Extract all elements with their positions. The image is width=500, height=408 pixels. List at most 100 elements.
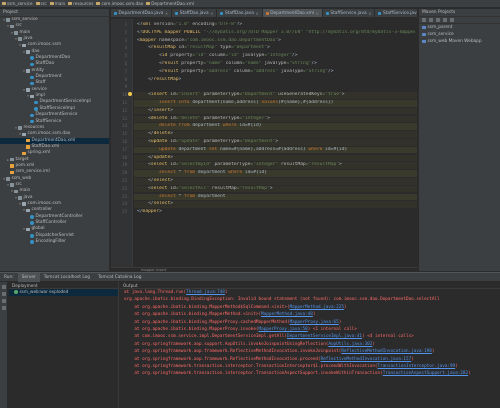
code-line: </mapper> (137, 209, 415, 216)
breadcrumb-item[interactable]: src (35, 1, 47, 6)
add-icon[interactable] (429, 18, 433, 22)
folder-icon (68, 2, 73, 5)
line-number: 3 (124, 37, 127, 43)
code-token: mapper (139, 37, 160, 43)
stop-icon[interactable] (2, 292, 6, 296)
console-output[interactable]: Output at java.lang.Thread.run(Thread.ja… (120, 282, 500, 408)
breadcrumb-item[interactable]: main (49, 1, 65, 6)
download-icon[interactable] (436, 18, 440, 22)
code-token: property (181, 61, 204, 66)
line-number: 25 (122, 209, 127, 215)
editor-tab[interactable]: DepartmentDao.xml × (262, 9, 323, 17)
maven-project-item[interactable]: ssm_web Maven Webapp (419, 38, 500, 45)
close-icon[interactable]: × (165, 11, 168, 16)
java-icon (30, 113, 34, 118)
line-number: 22 (122, 185, 127, 191)
rerun-icon[interactable] (2, 285, 6, 289)
folder-icon (14, 31, 18, 35)
stack-trace-link[interactable]: TransactionInterceptor.java:99 (378, 364, 456, 369)
code-token: javaType (264, 61, 287, 66)
deployment-panel: Deployment ssm_web:war exploded (9, 282, 119, 408)
close-icon[interactable]: × (368, 11, 371, 16)
refresh-icon[interactable] (422, 18, 426, 22)
folder-icon (49, 2, 54, 5)
stack-trace-link[interactable]: ReflectiveMethodInvocation.java:190 (341, 349, 432, 354)
pkg-icon (30, 94, 34, 99)
breadcrumb-item[interactable]: resources (68, 1, 93, 6)
code-token: < (137, 45, 151, 51)
code-token: insert into (137, 100, 193, 105)
editor-tab[interactable]: DepartmentDao.java × (111, 9, 173, 17)
stack-trace-link[interactable]: TransactionAspectSupport.java:282 (383, 371, 468, 376)
stack-trace-link[interactable]: MapperMethod.java:48 (261, 312, 313, 317)
stack-trace-link[interactable]: MapperProxy.java:65 (290, 320, 339, 325)
code-token: > (159, 209, 162, 215)
intention-bulb-icon[interactable] (128, 92, 132, 96)
code-token: < (137, 139, 151, 144)
java-icon (30, 56, 34, 60)
code-token: update (153, 154, 171, 160)
code-token: > (170, 178, 173, 183)
ide-window: ssm_service src main resources com.imooc.ssm… (0, 0, 500, 408)
close-icon[interactable]: × (255, 11, 258, 16)
java-icon (30, 119, 34, 124)
breadcrumb-item[interactable]: DepartmentDao.xml (146, 1, 194, 6)
run-icon[interactable] (443, 18, 447, 22)
code-token: (#{name},#{address}) (278, 100, 334, 105)
code-token: ="com.imooc.ssm.dao.DepartmentDao" (184, 37, 279, 43)
code-editor[interactable]: 1 2 3 4 5 6 7 8 9 10 11 12 13 14 15 16 17 18 19 20 21 22 23 24 2… (111, 19, 417, 267)
java-icon (30, 221, 34, 225)
close-icon[interactable]: × (316, 11, 319, 16)
check-icon (14, 290, 18, 294)
code-token: update (137, 146, 179, 152)
code-token: > (275, 139, 279, 144)
stack-trace-link[interactable]: DepartmentServiceImpl.java:41 (287, 334, 362, 339)
java-file-icon (378, 11, 382, 15)
code-token: department (178, 146, 209, 152)
folder-icon (146, 2, 151, 5)
maven-project-item[interactable]: ssm_service (419, 31, 500, 38)
deployment-item[interactable]: ssm_web:war exploded (9, 289, 118, 296)
code-token: property (181, 68, 204, 74)
console-line: at java.lang.Thread.run(Thread.java:748) (120, 289, 500, 296)
stack-trace-link[interactable]: ReflectiveMethodInvocation.java:157 (321, 357, 412, 362)
project-tree-item[interactable]: EncodingFilter (0, 239, 109, 245)
code-token: parameterType (203, 115, 240, 121)
code-token: mapper (142, 209, 160, 215)
breadcrumb-label: ssm_service (7, 1, 33, 6)
stack-trace-link[interactable]: Thread.java:748 (186, 290, 225, 295)
console-text: at org.springframework.transaction.inter… (124, 371, 383, 377)
code-token: name=#{name},address=#{address} (220, 146, 309, 152)
breadcrumb-item[interactable]: ssm_service (2, 1, 33, 6)
breadcrumb-item[interactable]: com.imooc.ssm.dao (96, 1, 143, 6)
code-token: ="resultMap" (184, 45, 221, 51)
run-tab[interactable]: Tomcat Localhost Log (40, 275, 94, 280)
code-token: resultMap (150, 45, 179, 51)
update-icon[interactable] (2, 299, 6, 303)
maven-project-item[interactable]: ssm_parent (419, 24, 500, 31)
code-token: < (137, 185, 151, 191)
stack-trace-link[interactable]: MapperMethod.java:225 (290, 305, 344, 310)
console-text: ) (224, 290, 228, 295)
stack-trace-link[interactable]: AopUtils.java:302 (328, 342, 372, 347)
project-tree-label: EncodingFilter (35, 239, 66, 245)
folder-icon (18, 196, 22, 200)
close-icon[interactable]: × (210, 11, 213, 16)
code-token: select (153, 201, 171, 207)
editor-tab[interactable]: StaffService.java× (375, 9, 417, 17)
code-line: <?xml version="1.0" encoding="UTF-8"?> (137, 22, 415, 29)
stack-trace-link[interactable]: MapperProxy.java:58 (259, 327, 308, 332)
run-tab[interactable]: Tomcat Catalina Log (94, 275, 146, 280)
debug-icon[interactable] (2, 306, 6, 310)
code-token: department (192, 123, 223, 129)
code-token: > (267, 45, 270, 51)
editor-tab[interactable]: StaffDao.java × (172, 9, 218, 17)
editor-tab[interactable]: StaffService.java× (323, 9, 376, 17)
settings-icon[interactable] (450, 18, 454, 22)
code-token: > (267, 115, 270, 121)
line-gutter: 1 2 3 4 5 6 7 8 9 10 11 12 13 14 15 16 17 18 19 20 21 22 23 24 2… (111, 19, 133, 267)
code-line: <select id="selectAll" resultMap="result… (137, 186, 415, 193)
editor-tab[interactable]: StaffDao.java × (217, 9, 263, 17)
pkg-icon (22, 43, 26, 48)
run-tab[interactable]: Server (17, 272, 40, 282)
